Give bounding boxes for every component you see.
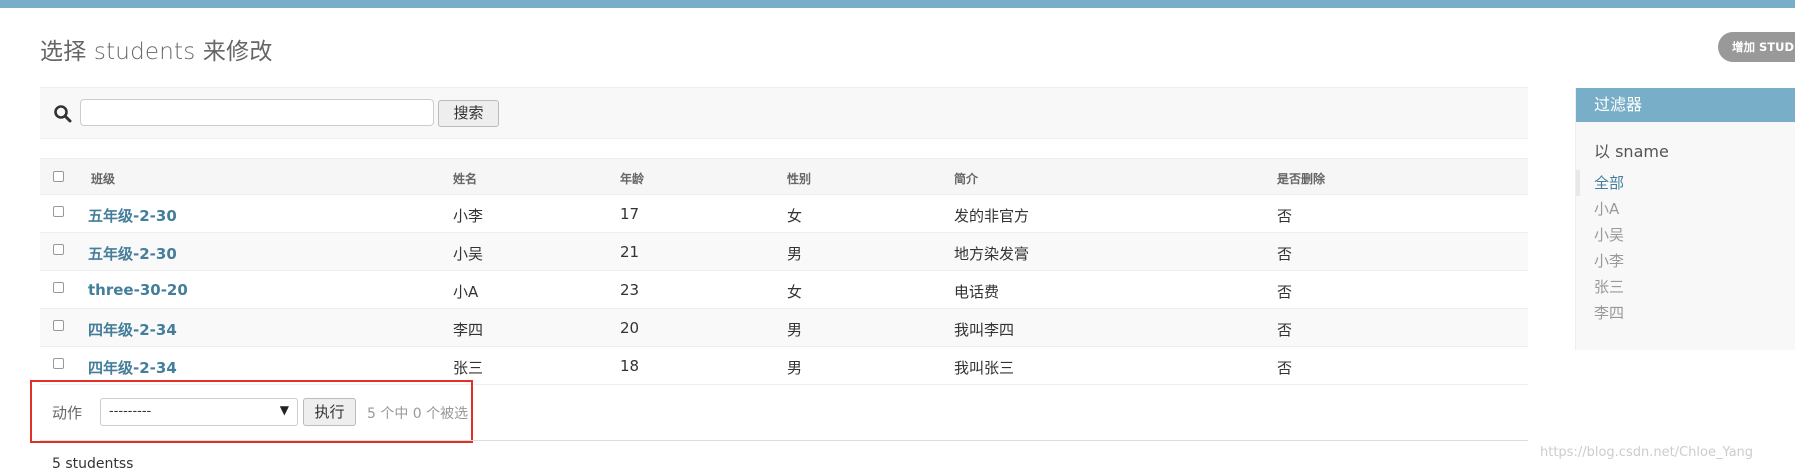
row-age: 21 (620, 243, 640, 261)
row-checkbox[interactable] (53, 206, 64, 217)
action-label: 动作 (52, 404, 83, 422)
row-age: 18 (620, 357, 640, 375)
selection-counter: 5 个中 0 个被选 (367, 406, 469, 422)
row-gender: 女 (787, 283, 803, 301)
row-deleted: 否 (1277, 321, 1293, 339)
filter-by-label: 以 sname (1594, 142, 1669, 161)
row-name: 张三 (453, 359, 484, 377)
row-deleted: 否 (1277, 283, 1293, 301)
top-header-bar (0, 0, 1795, 8)
row-deleted: 否 (1277, 359, 1293, 377)
table-header: 班级 姓名 年龄 性别 简介 是否删除 (40, 158, 1528, 195)
filter-item[interactable]: 张三 (1576, 274, 1795, 300)
row-class-link[interactable]: 五年级-2-30 (88, 205, 177, 226)
row-gender: 女 (787, 207, 803, 225)
add-students-button[interactable]: 增加 STUDENTS (1718, 32, 1795, 62)
row-age: 20 (620, 319, 640, 337)
row-name: 小A (453, 283, 479, 301)
paginator: 5 studentss (52, 456, 134, 472)
column-header-class[interactable]: 班级 (91, 170, 115, 187)
row-name: 小吴 (453, 245, 484, 263)
row-class-link[interactable]: 四年级-2-34 (88, 319, 177, 340)
search-button[interactable]: 搜索 (438, 100, 499, 127)
row-age: 17 (620, 205, 640, 223)
row-name: 李四 (453, 321, 484, 339)
row-class-link[interactable]: 五年级-2-30 (88, 243, 177, 264)
row-age: 23 (620, 281, 640, 299)
row-intro: 我叫李四 (954, 321, 1015, 339)
triangle-down-icon: ▼ (279, 403, 289, 417)
row-deleted: 否 (1277, 245, 1293, 263)
filter-item[interactable]: 小吴 (1576, 222, 1795, 248)
action-selected-value: --------- (109, 404, 152, 419)
filter-item[interactable]: 小A (1576, 196, 1795, 222)
row-checkbox[interactable] (53, 320, 64, 331)
page-title: 选择 students 来修改 (40, 39, 273, 65)
row-gender: 男 (787, 321, 803, 339)
column-header-deleted[interactable]: 是否删除 (1277, 170, 1325, 187)
table-row: 四年级-2-34 李四 20 男 我叫李四 否 (40, 309, 1528, 347)
row-intro: 发的非官方 (954, 207, 1030, 225)
row-checkbox[interactable] (53, 244, 64, 255)
row-intro: 地方染发膏 (954, 245, 1030, 263)
table-row: 五年级-2-30 小吴 21 男 地方染发膏 否 (40, 233, 1528, 271)
filter-item-all[interactable]: 全部 (1576, 170, 1795, 196)
column-header-intro[interactable]: 简介 (954, 170, 978, 187)
column-header-age[interactable]: 年龄 (620, 170, 644, 187)
filter-sidebar: 过滤器 以 sname 全部 小A 小吴 小李 张三 李四 (1575, 88, 1795, 350)
row-intro: 我叫张三 (954, 359, 1015, 377)
select-all-checkbox[interactable] (53, 171, 64, 182)
row-class-link[interactable]: three-30-20 (88, 281, 188, 299)
search-toolbar: 搜索 (40, 87, 1528, 139)
row-deleted: 否 (1277, 207, 1293, 225)
table-row: three-30-20 小A 23 女 电话费 否 (40, 271, 1528, 309)
column-header-gender[interactable]: 性别 (787, 170, 811, 187)
table-row: 五年级-2-30 小李 17 女 发的非官方 否 (40, 195, 1528, 233)
divider (40, 440, 1528, 441)
row-intro: 电话费 (954, 283, 1000, 301)
row-checkbox[interactable] (53, 358, 64, 369)
watermark: https://blog.csdn.net/Chloe_Yang (1540, 445, 1754, 460)
column-header-name[interactable]: 姓名 (453, 170, 477, 187)
filter-list: 全部 小A 小吴 小李 张三 李四 (1576, 170, 1795, 326)
run-action-button[interactable]: 执行 (303, 398, 356, 426)
results-table: 班级 姓名 年龄 性别 简介 是否删除 五年级-2-30 小李 17 女 发的非… (40, 158, 1528, 385)
row-gender: 男 (787, 245, 803, 263)
filter-title: 过滤器 (1576, 88, 1795, 122)
row-checkbox[interactable] (53, 282, 64, 293)
action-select[interactable]: --------- ▼ (100, 398, 298, 426)
filter-item[interactable]: 小李 (1576, 248, 1795, 274)
filter-item[interactable]: 李四 (1576, 300, 1795, 326)
search-input[interactable] (80, 99, 434, 126)
search-icon (54, 105, 72, 123)
row-class-link[interactable]: 四年级-2-34 (88, 357, 177, 378)
row-gender: 男 (787, 359, 803, 377)
row-name: 小李 (453, 207, 484, 225)
